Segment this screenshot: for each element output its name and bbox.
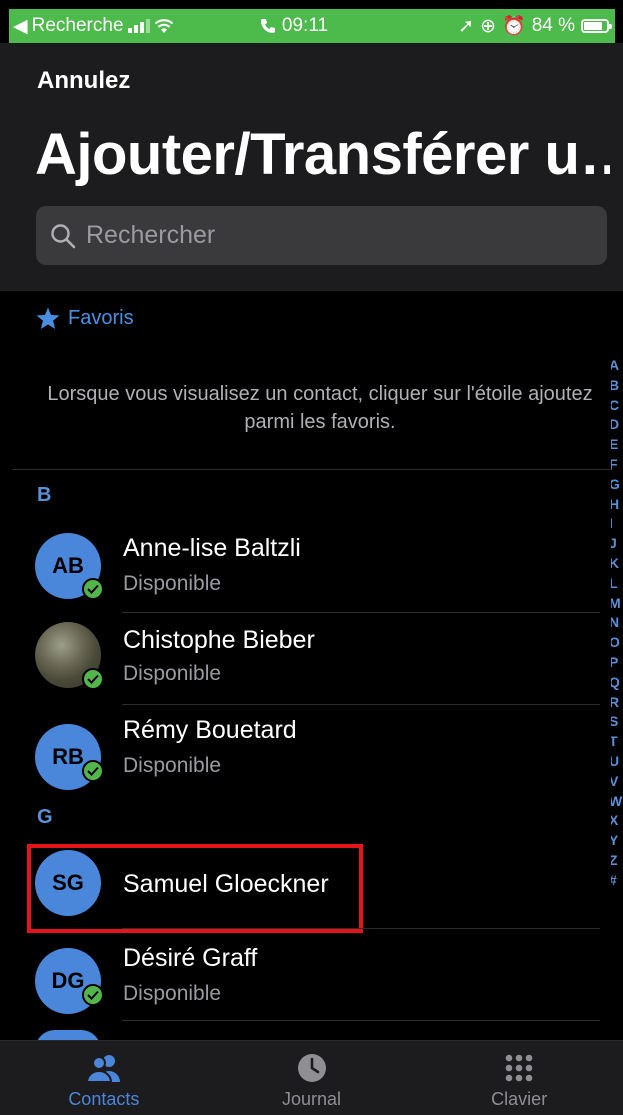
contact-name: Désiré Graff <box>123 944 258 972</box>
index-letter[interactable]: N <box>611 613 623 633</box>
available-status-icon <box>82 668 104 690</box>
index-letter[interactable]: C <box>611 396 623 416</box>
header: Annulez Ajouter/Transférer u… <box>0 43 623 291</box>
tab-contacts[interactable]: Contacts <box>0 1041 208 1115</box>
contact-status: Disponible <box>123 662 222 685</box>
tab-label: Contacts <box>68 1089 140 1109</box>
cellular-signal-icon <box>127 19 150 33</box>
star-icon <box>36 307 60 329</box>
index-letter[interactable]: R <box>611 693 623 713</box>
index-letter[interactable]: H <box>611 495 623 515</box>
contact-row[interactable]: DG Désiré Graff Disponible <box>0 928 600 1020</box>
index-letter[interactable]: Y <box>611 831 623 851</box>
search-icon <box>51 223 76 248</box>
index-letter[interactable]: F <box>611 455 623 475</box>
avatar-initials: AB <box>52 553 84 578</box>
tab-label: Journal <box>281 1089 342 1109</box>
contact-status: Disponible <box>123 982 222 1005</box>
contact-row[interactable]: AB Anne-lise Baltzli Disponible <box>0 520 600 612</box>
contacts-icon <box>85 1055 120 1083</box>
available-status-icon <box>82 578 104 600</box>
available-status-icon <box>82 984 104 1006</box>
phone-call-icon <box>260 19 275 33</box>
wifi-icon <box>154 19 173 33</box>
index-letter[interactable]: T <box>611 732 623 752</box>
tab-journal[interactable]: Journal <box>208 1041 416 1115</box>
clock-time: 09:11 <box>281 15 329 36</box>
keypad-icon <box>505 1054 533 1082</box>
favorites-header[interactable]: Favoris <box>36 307 134 330</box>
selection-highlight-box <box>27 844 363 933</box>
available-status-icon <box>82 760 104 782</box>
index-letter[interactable]: I <box>611 514 623 534</box>
index-letter[interactable]: K <box>611 554 623 574</box>
search-bar[interactable] <box>36 206 607 265</box>
tab-bar: Contacts Journal Clavier <box>0 1040 623 1115</box>
page-title: Ajouter/Transférer u… <box>35 122 610 187</box>
back-arrow-icon: ◀ <box>13 15 28 37</box>
index-letter[interactable]: X <box>611 811 623 831</box>
index-letter[interactable]: J <box>611 534 623 554</box>
index-letter[interactable]: U <box>611 752 623 772</box>
section-header-g: G <box>37 806 53 828</box>
index-letter[interactable]: B <box>611 376 623 396</box>
contact-name: Rémy Bouetard <box>123 716 297 744</box>
orientation-lock-icon: ⊕ <box>480 15 497 37</box>
alphabet-index[interactable]: ABCDEFGHIJKLMNOPQRSTUVWXYZ# <box>611 356 623 891</box>
back-app-label: Recherche <box>31 15 124 36</box>
contact-row[interactable]: Chistophe Bieber Disponible <box>0 612 600 704</box>
battery-fill <box>584 22 603 30</box>
favorites-label: Favoris <box>68 307 134 329</box>
index-letter[interactable]: O <box>611 633 623 653</box>
index-letter[interactable]: S <box>611 712 623 732</box>
contact-row[interactable]: RB Rémy Bouetard Disponible <box>0 704 600 796</box>
index-letter[interactable]: Q <box>611 673 623 693</box>
cancel-button[interactable]: Annulez <box>37 67 130 95</box>
back-to-app[interactable]: ◀ Recherche <box>9 15 229 38</box>
alarm-icon: ⏰ <box>502 16 526 37</box>
tab-clavier[interactable]: Clavier <box>415 1041 623 1115</box>
status-bar: ◀ Recherche 09:11 ➚ ⊕ ⏰ 84 % <box>9 9 615 43</box>
clock-icon <box>297 1054 326 1082</box>
battery-icon <box>581 19 612 33</box>
avatar-initials: RB <box>52 744 84 769</box>
index-letter[interactable]: E <box>611 435 623 455</box>
tab-label: Clavier <box>491 1089 548 1109</box>
index-letter[interactable]: W <box>611 792 623 812</box>
index-letter[interactable]: # <box>611 871 623 891</box>
index-letter[interactable]: Z <box>611 851 623 871</box>
location-icon: ➚ <box>458 15 475 37</box>
index-letter[interactable]: V <box>611 772 623 792</box>
contact-status: Disponible <box>123 572 222 595</box>
contact-name: Anne-lise Baltzli <box>123 534 301 562</box>
divider <box>12 469 612 470</box>
index-letter[interactable]: P <box>611 653 623 673</box>
battery-percentage: 84 % <box>531 15 575 36</box>
index-letter[interactable]: D <box>611 415 623 435</box>
divider <box>122 1020 600 1021</box>
index-letter[interactable]: G <box>611 475 623 495</box>
index-letter[interactable]: A <box>611 356 623 376</box>
index-letter[interactable]: M <box>611 594 623 614</box>
contact-name: Chistophe Bieber <box>123 626 315 654</box>
favorites-empty-message: Lorsque vous visualisez un contact, cliq… <box>47 383 593 433</box>
section-header-b: B <box>37 484 52 506</box>
contact-status: Disponible <box>123 754 222 777</box>
avatar-initials: DG <box>51 968 85 993</box>
search-input[interactable] <box>86 221 566 250</box>
index-letter[interactable]: L <box>611 574 623 594</box>
